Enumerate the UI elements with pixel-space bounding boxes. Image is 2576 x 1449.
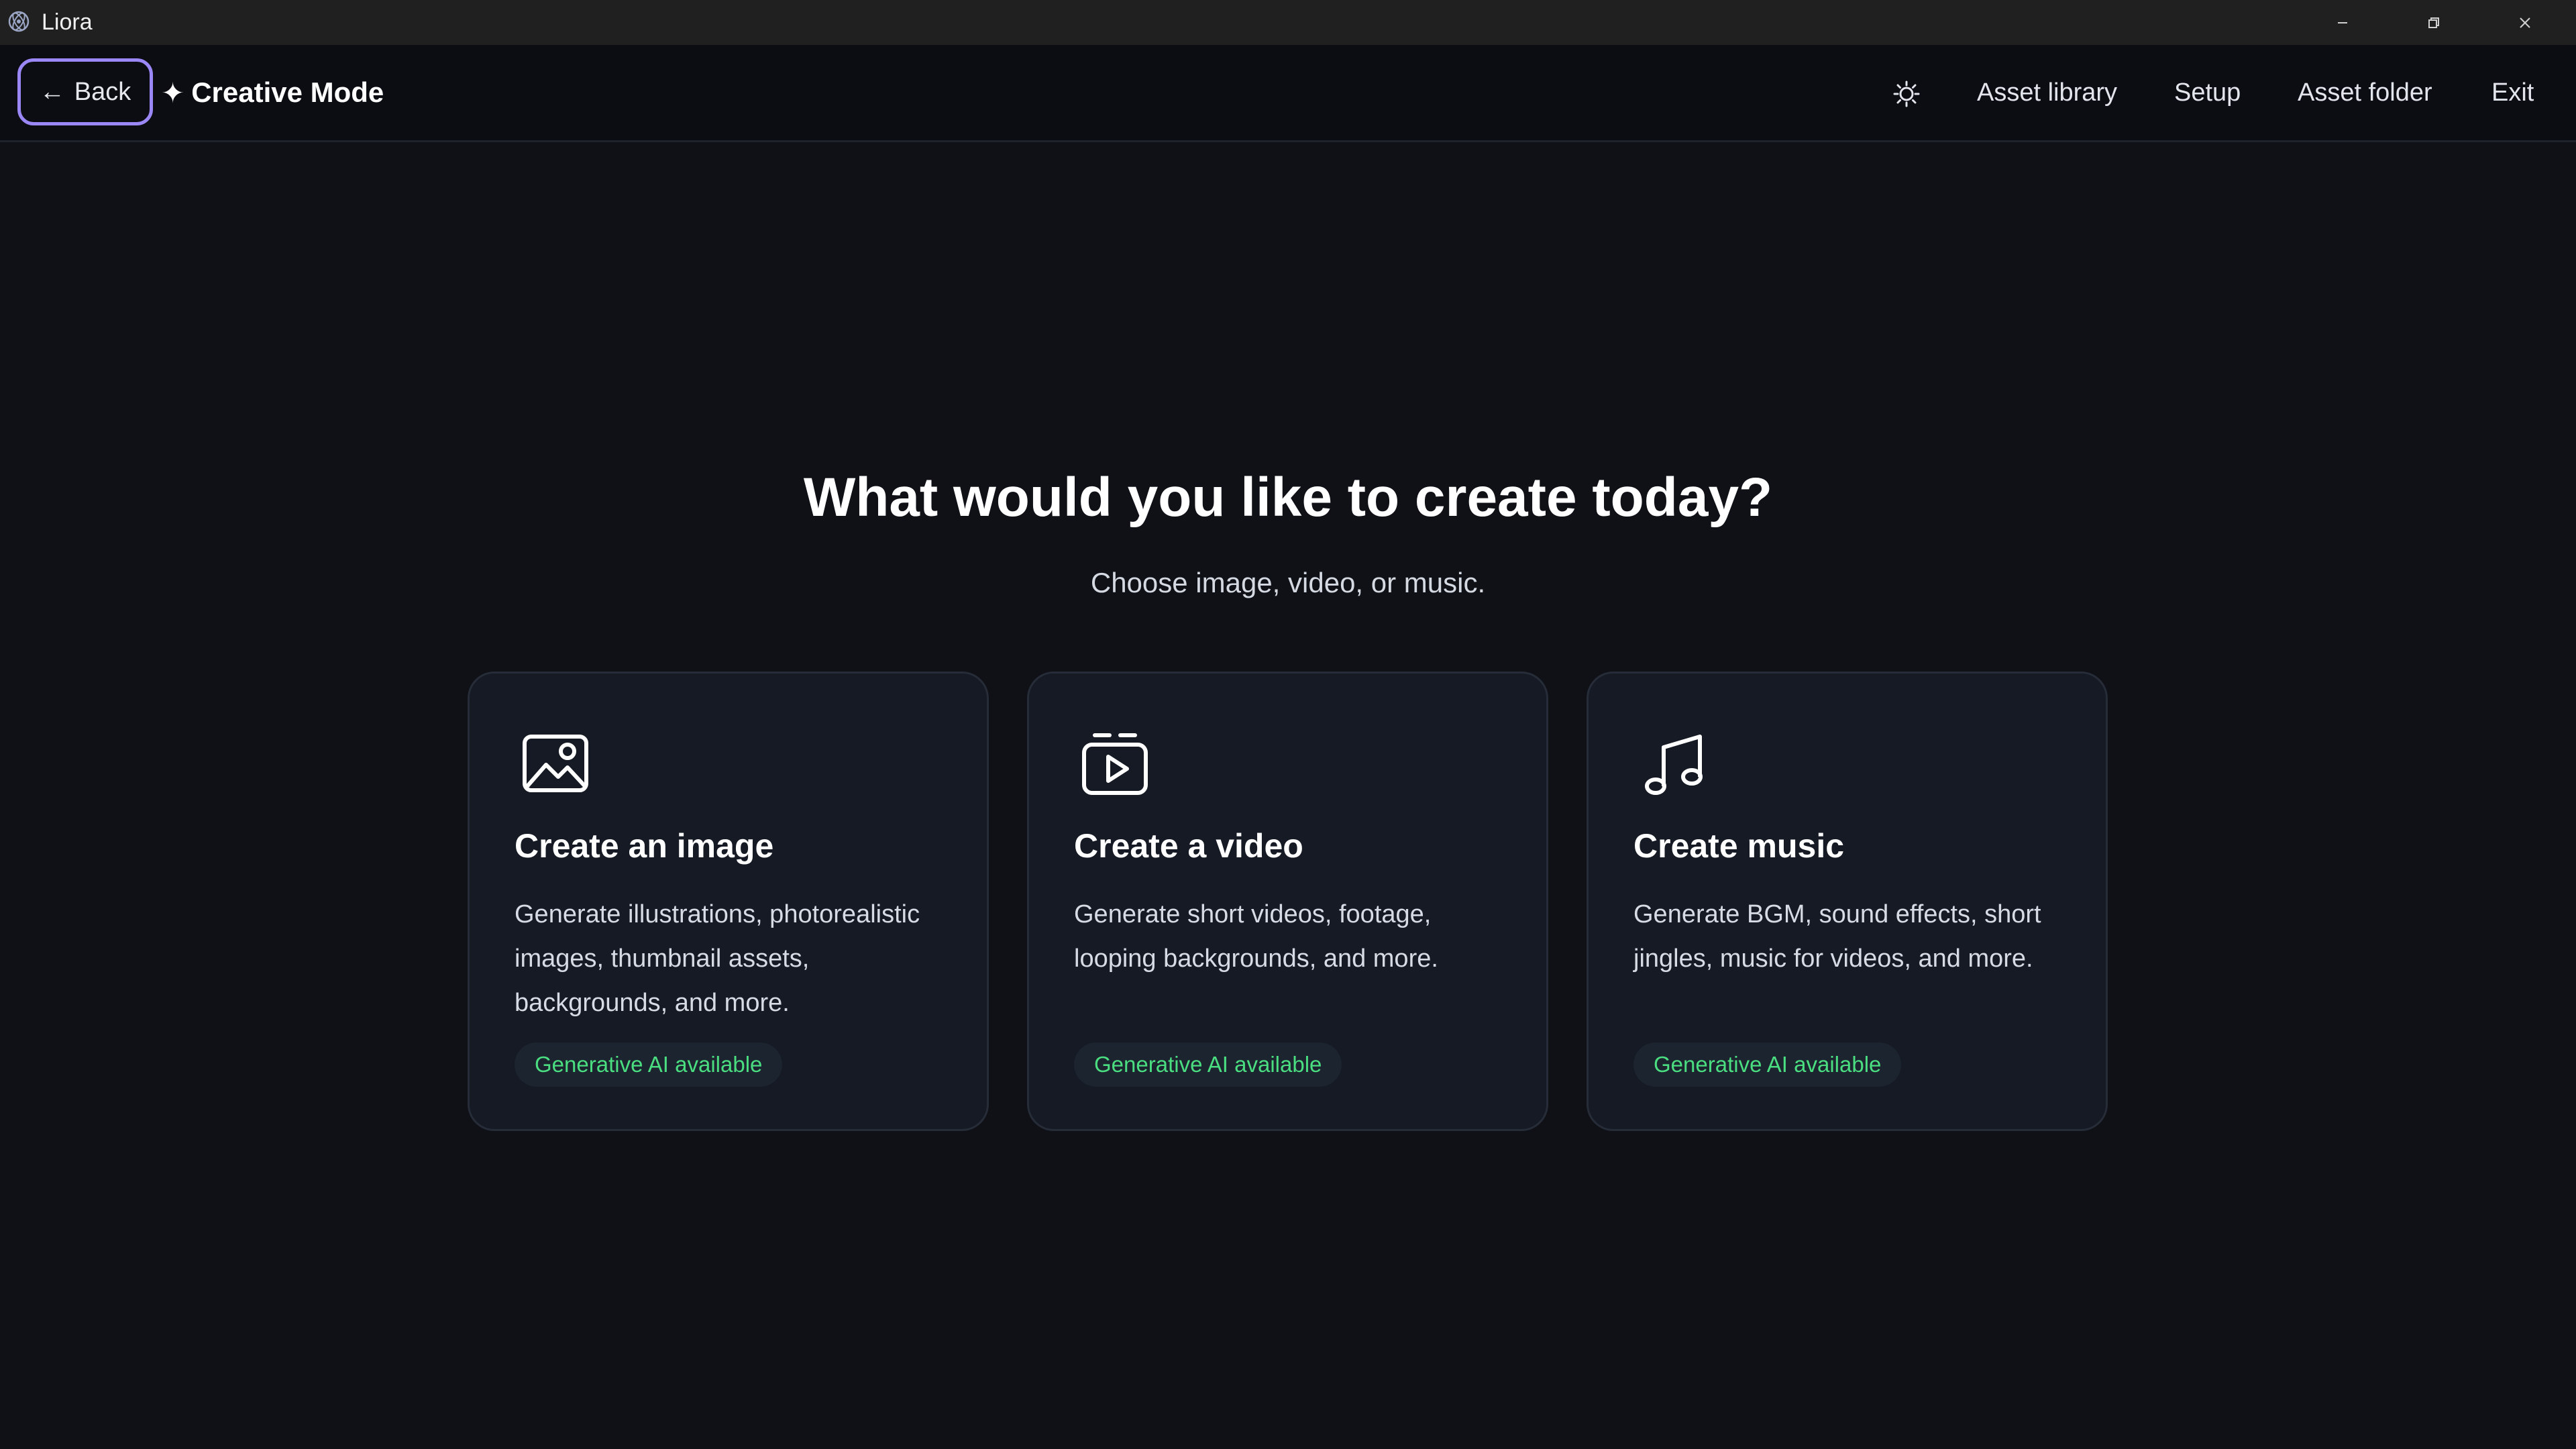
page-title-label: Creative Mode [191, 76, 384, 108]
app-window: Liora ← Back ✦ Creative Mode Asset libra… [0, 0, 2576, 1449]
hero-subtitle: Choose image, video, or music. [1090, 567, 1486, 598]
back-button-label: Back [74, 77, 131, 106]
minimize-button[interactable] [2297, 0, 2388, 45]
nav-asset-folder[interactable]: Asset folder [2298, 45, 2432, 140]
card-title: Create a video [1074, 827, 1303, 865]
create-image-card[interactable]: Create an image Generate illustrations, … [468, 672, 989, 1131]
back-button[interactable]: ← Back [17, 58, 153, 125]
create-video-card[interactable]: Create a video Generate short videos, fo… [1027, 672, 1548, 1131]
restore-button[interactable] [2388, 0, 2479, 45]
image-icon [523, 735, 588, 792]
title-bar: Liora [0, 0, 2576, 45]
arrow-left-icon: ← [39, 77, 65, 106]
card-title: Create an image [515, 827, 774, 865]
video-icon [1082, 733, 1148, 795]
card-title: Create music [1633, 827, 1845, 865]
theme-toggle-icon[interactable] [1892, 79, 1921, 109]
nav-asset-library[interactable]: Asset library [1977, 45, 2117, 140]
hero-title: What would you like to create today? [803, 467, 1773, 528]
app-logo-icon [8, 11, 30, 32]
nav-exit[interactable]: Exit [2491, 45, 2534, 140]
ai-available-badge: Generative AI available [515, 1042, 783, 1087]
ai-available-badge: Generative AI available [1074, 1042, 1342, 1087]
top-nav: ← Back ✦ Creative Mode Asset library Set… [0, 45, 2576, 142]
create-music-card[interactable]: Create music Generate BGM, sound effects… [1587, 672, 2108, 1131]
card-description: Generate short videos, footage, looping … [1074, 900, 1438, 973]
music-icon [1645, 735, 1703, 795]
page-title: ✦ Creative Mode [161, 45, 384, 140]
card-description: Generate illustrations, photorealistic i… [515, 900, 920, 1017]
ai-available-badge: Generative AI available [1633, 1042, 1902, 1087]
restore-icon [2428, 17, 2439, 28]
card-description: Generate BGM, sound effects, short jingl… [1633, 900, 2041, 973]
nav-setup[interactable]: Setup [2174, 45, 2241, 140]
close-icon [2520, 17, 2530, 28]
window-title: Liora [42, 9, 93, 35]
minimize-icon [2338, 21, 2347, 23]
close-button[interactable] [2479, 0, 2571, 45]
sparkle-icon: ✦ [161, 76, 185, 109]
